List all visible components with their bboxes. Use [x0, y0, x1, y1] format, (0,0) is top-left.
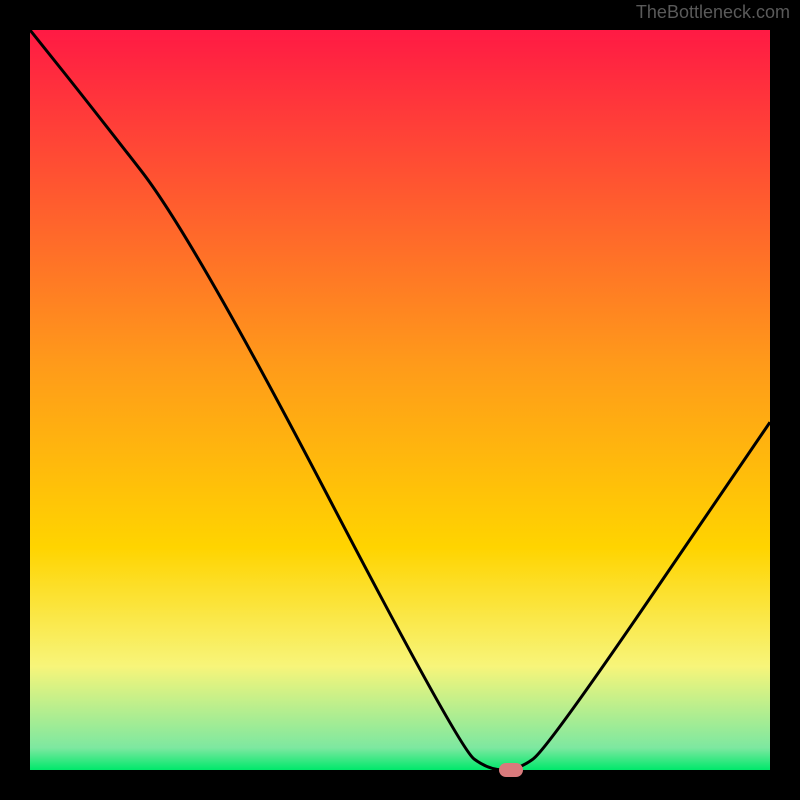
chart-plot-area	[30, 30, 770, 770]
bottleneck-curve	[30, 30, 770, 770]
optimal-marker	[499, 763, 523, 777]
watermark-text: TheBottleneck.com	[636, 2, 790, 23]
